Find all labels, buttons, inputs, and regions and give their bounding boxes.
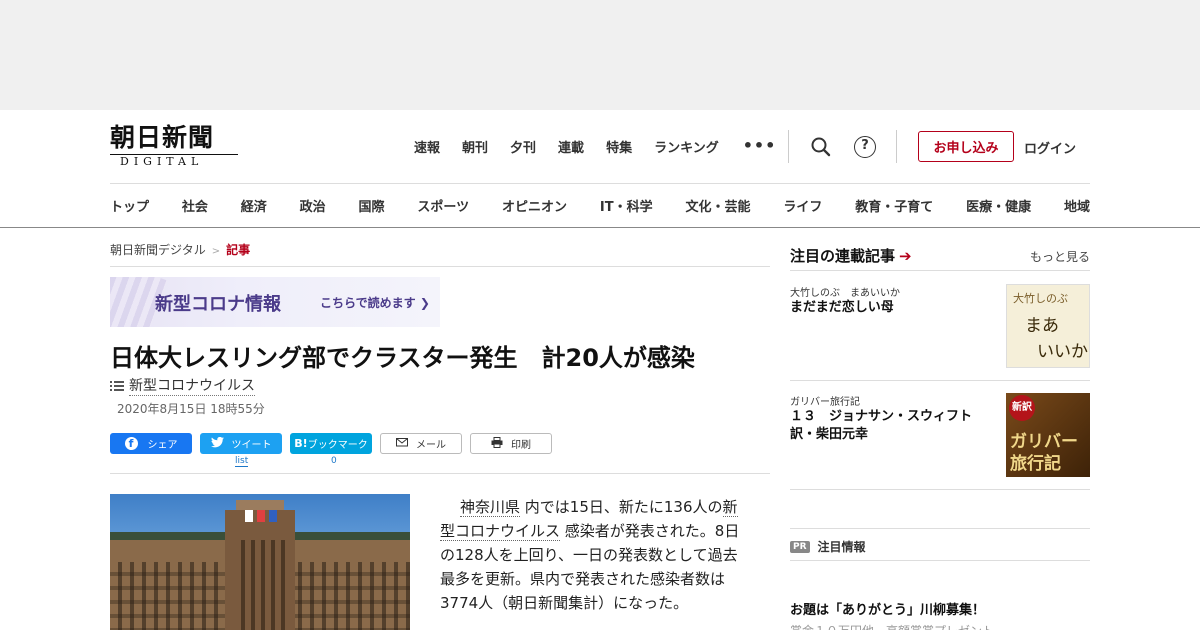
promo-link[interactable]: お題は「ありがとう」川柳募集！: [790, 599, 985, 618]
building-wing: [110, 540, 230, 630]
category-opinion[interactable]: オピニオン: [502, 196, 567, 215]
pr-label: 注目情報: [817, 540, 866, 554]
printer-icon: [491, 436, 503, 451]
series-kicker: ガリバー旅行記: [790, 397, 860, 408]
topic-tag-link[interactable]: 新型コロナウイルス: [129, 375, 255, 396]
top-nav: 速報 朝刊 夕刊 連載 特集 ランキング •••: [414, 137, 777, 156]
tower-top: [236, 500, 284, 510]
share-buttons: f シェア ツイート B! ブックマーク メール 印刷: [110, 433, 560, 454]
logo-sub-text: DIGITAL: [120, 155, 204, 168]
body-text: 内では15日、新たに136人の: [520, 498, 723, 516]
category-politics[interactable]: 政治: [300, 196, 326, 215]
chevron-right-icon: ❯: [419, 296, 430, 310]
mail-icon: [396, 437, 408, 450]
topnav-item-ranking[interactable]: ランキング: [654, 137, 719, 156]
category-top[interactable]: トップ: [110, 196, 149, 215]
pr-badge: PR: [790, 540, 810, 553]
category-local[interactable]: 地域: [1064, 196, 1090, 215]
category-sports[interactable]: スポーツ: [417, 196, 469, 215]
category-culture[interactable]: 文化・芸能: [685, 196, 750, 215]
twitter-bird-icon: [210, 436, 224, 451]
article-tag-row: 新型コロナウイルス: [110, 375, 255, 396]
hatena-bookmark-button[interactable]: B! ブックマーク: [290, 433, 372, 454]
divider: [790, 528, 1090, 529]
search-icon[interactable]: [810, 136, 832, 158]
breadcrumb-current: 記事: [226, 243, 251, 257]
topnav-item-tokushu[interactable]: 特集: [606, 137, 632, 156]
body-link-kanagawa[interactable]: 神奈川県: [460, 498, 521, 517]
mail-share-button[interactable]: メール: [380, 433, 462, 454]
category-international[interactable]: 国際: [359, 196, 385, 215]
twitter-share-button[interactable]: ツイート: [200, 433, 282, 454]
article-headline: 日体大レスリング部でクラスター発生 計20人が感染: [110, 344, 695, 372]
sidebar-heading[interactable]: 注目の連載記事 ➔: [790, 245, 912, 266]
flag: [269, 510, 277, 522]
more-menu-icon[interactable]: •••: [743, 138, 777, 154]
divider: [110, 473, 770, 474]
banner-title: 新型コロナ情報: [155, 294, 281, 315]
print-button[interactable]: 印刷: [470, 433, 552, 454]
main-content: 朝日新聞デジタル > 記事 新型コロナ情報 こちらで読めます ❯ 日体大レスリング部…: [110, 228, 1090, 630]
category-economy[interactable]: 経済: [241, 196, 267, 215]
article-photo: [110, 494, 410, 630]
site-logo[interactable]: 朝日新聞 DIGITAL: [110, 124, 240, 170]
article-body: 神奈川県 内では15日、新たに136人の新型コロナウイルス 感染者が発表された。…: [440, 495, 750, 615]
category-life[interactable]: ライフ: [783, 196, 822, 215]
hatena-count: 0: [331, 456, 337, 466]
topnav-item-yukan[interactable]: 夕刊: [510, 137, 536, 156]
category-society[interactable]: 社会: [182, 196, 208, 215]
arrow-right-icon: ➔: [899, 246, 912, 265]
series-title: まだまだ恋しい母: [790, 300, 894, 315]
divider: [790, 489, 1090, 490]
breadcrumb: 朝日新聞デジタル > 記事: [110, 241, 250, 258]
article-date: 2020年8月15日 18時55分: [117, 402, 265, 416]
login-link[interactable]: ログイン: [1024, 138, 1076, 157]
logo-main-text: 朝日新聞: [110, 123, 215, 152]
pr-section-header: PR 注目情報: [790, 538, 866, 555]
building-tower: [225, 510, 295, 630]
series-title: １３ ジョナサン・スウィフト 訳・柴田元幸: [790, 409, 986, 442]
series-item[interactable]: ガリバー旅行記 １３ ジョナサン・スウィフト 訳・柴田元幸 新訳 ガリバー 旅行…: [790, 393, 1090, 479]
site-header: 朝日新聞 DIGITAL 速報 朝刊 夕刊 連載 特集 ランキング ••• ? …: [0, 110, 1200, 228]
sidebar-more-link[interactable]: もっと見る: [1030, 248, 1090, 265]
series-item[interactable]: 大竹しのぶ まあいいか まだまだ恋しい母 大竹しのぶ まあ いいか: [790, 284, 1090, 370]
building-wing: [290, 540, 410, 630]
banner-link: こちらで読めます ❯: [320, 296, 430, 310]
series-thumbnail: 大竹しのぶ まあ いいか: [1006, 284, 1090, 368]
facebook-share-button[interactable]: f シェア: [110, 433, 192, 454]
facebook-icon: f: [124, 437, 138, 450]
series-thumbnail: 新訳 ガリバー 旅行記: [1006, 393, 1090, 477]
flag: [257, 510, 265, 522]
corona-info-banner[interactable]: 新型コロナ情報 こちらで読めます ❯: [110, 277, 440, 327]
series-kicker: 大竹しのぶ まあいいか: [790, 288, 900, 299]
flag: [245, 510, 253, 522]
breadcrumb-separator: >: [211, 246, 221, 257]
header-divider: [788, 130, 789, 163]
hatena-b-icon: B!: [294, 437, 308, 450]
divider: [110, 266, 770, 267]
promo-subtext: 賞金１０万円他 高額賞賞プレゼント: [790, 622, 994, 630]
breadcrumb-home[interactable]: 朝日新聞デジタル: [110, 243, 206, 257]
topnav-item-rensai[interactable]: 連載: [558, 137, 584, 156]
category-education[interactable]: 教育・子育て: [855, 196, 933, 215]
top-ad-area: [0, 0, 1200, 110]
category-health[interactable]: 医療・健康: [966, 196, 1031, 215]
topnav-item-choukan[interactable]: 朝刊: [462, 137, 488, 156]
subscribe-button[interactable]: お申し込み: [918, 131, 1014, 162]
topnav-item-sokuho[interactable]: 速報: [414, 137, 440, 156]
category-it-science[interactable]: IT・科学: [600, 196, 653, 215]
list-icon: [110, 380, 124, 392]
header-divider: [896, 130, 897, 163]
divider: [790, 560, 1090, 561]
divider: [790, 380, 1090, 381]
help-icon[interactable]: ?: [854, 136, 876, 158]
twitter-count[interactable]: list: [235, 456, 249, 467]
category-nav: トップ 社会 経済 政治 国際 スポーツ オピニオン IT・科学 文化・芸能 ラ…: [110, 183, 1090, 215]
divider: [790, 270, 1090, 271]
